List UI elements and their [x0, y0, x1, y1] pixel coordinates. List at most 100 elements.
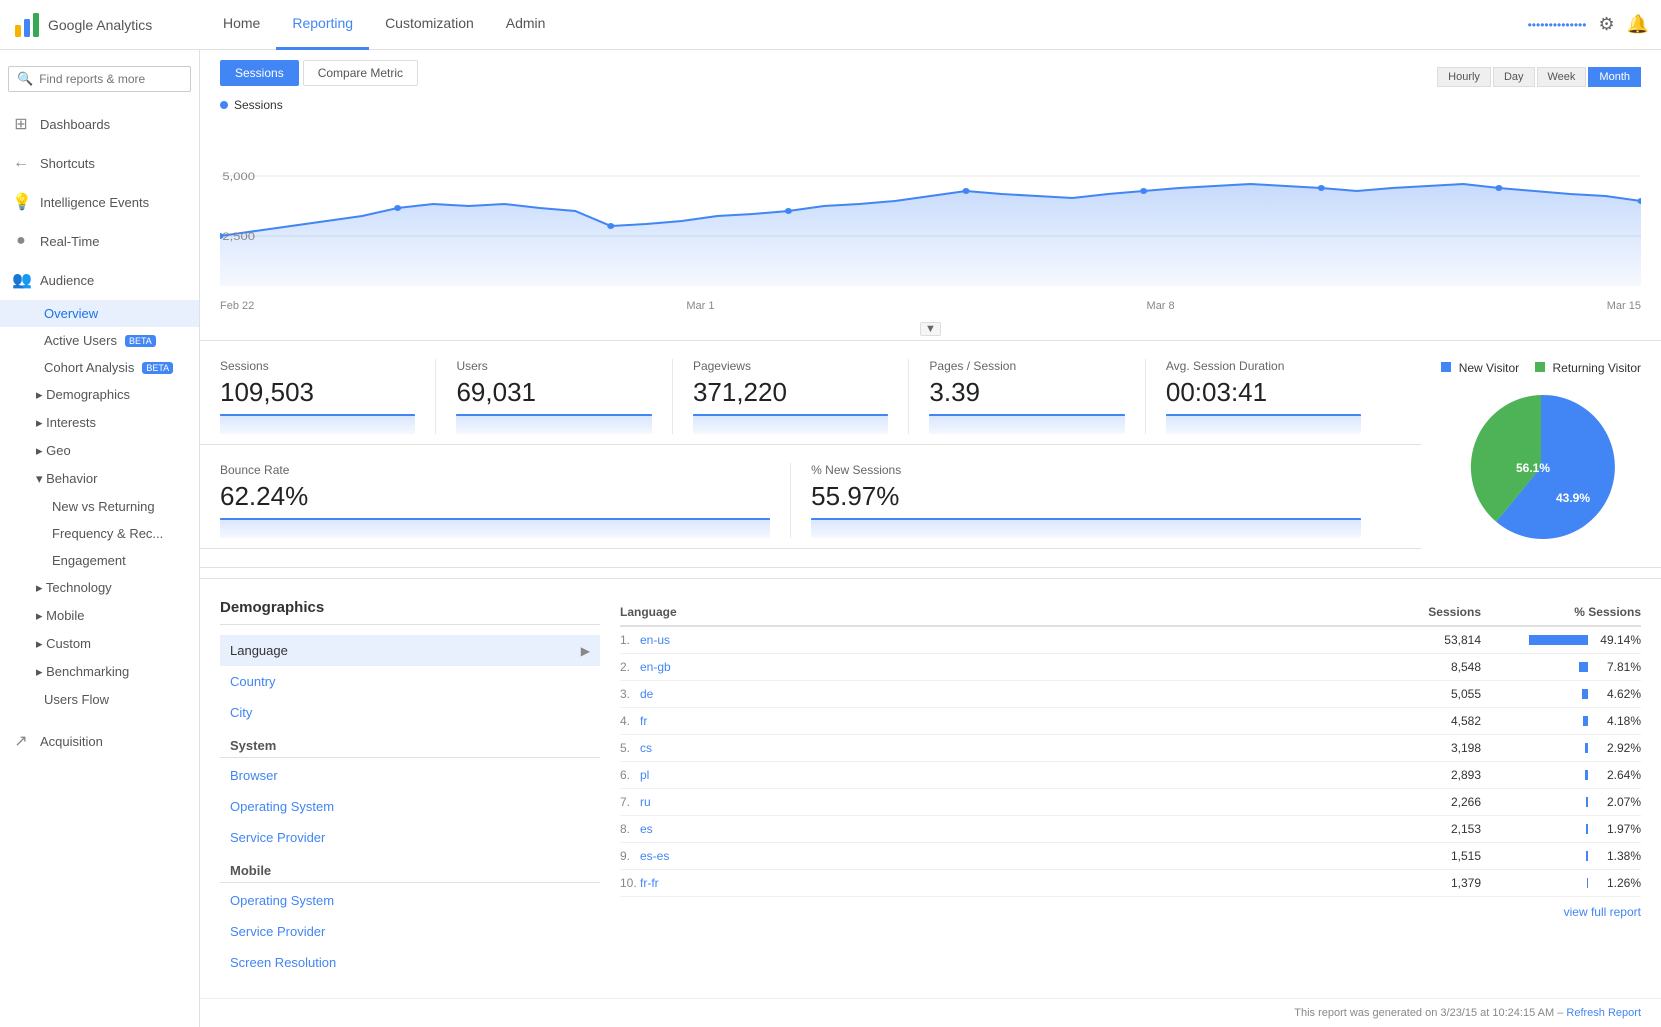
pct-text: 1.38%: [1596, 849, 1641, 863]
sidebar-sub-custom[interactable]: ▸ Custom: [0, 630, 199, 658]
month-btn[interactable]: Month: [1588, 67, 1641, 87]
row-sessions: 2,266: [1381, 795, 1481, 809]
metrics-pie-row: Sessions 109,503 Users 69,031 Pageviews …: [200, 341, 1661, 568]
collapse-chart-btn[interactable]: ▼: [920, 322, 941, 336]
search-box[interactable]: 🔍: [8, 66, 191, 92]
row-lang[interactable]: es-es: [640, 849, 1381, 863]
chart-dot: [1495, 185, 1502, 191]
row-lang[interactable]: en-us: [640, 633, 1381, 647]
returning-visitor-label: Returning Visitor: [1553, 361, 1642, 375]
chart-dot: [1318, 185, 1325, 191]
notifications-icon[interactable]: 🔔: [1627, 14, 1649, 35]
sidebar-sub-users-flow[interactable]: Users Flow: [0, 686, 199, 713]
pct-text: 7.81%: [1596, 660, 1641, 674]
row-lang[interactable]: en-gb: [640, 660, 1381, 674]
refresh-report-link[interactable]: Refresh Report: [1566, 1007, 1641, 1019]
sidebar-sub-frequency[interactable]: Frequency & Rec...: [0, 520, 199, 547]
demo-mobile-service-provider[interactable]: Service Provider: [220, 916, 600, 947]
new-visitor-dot: [1441, 362, 1451, 372]
row-pct-wrap: 4.18%: [1481, 714, 1641, 728]
sidebar-sub-overview[interactable]: Overview: [0, 300, 199, 327]
metric-sessions-label: Sessions: [220, 359, 415, 373]
sidebar-item-realtime[interactable]: ● Real-Time: [0, 222, 199, 260]
sidebar-sub-mobile[interactable]: ▸ Mobile: [0, 602, 199, 630]
row-sessions: 1,515: [1381, 849, 1481, 863]
sidebar-sub-technology[interactable]: ▸ Technology: [0, 574, 199, 602]
nav-admin[interactable]: Admin: [490, 0, 562, 50]
sidebar-sub-behavior[interactable]: ▾ Behavior: [0, 465, 199, 493]
sidebar-sub-benchmarking[interactable]: ▸ Benchmarking: [0, 658, 199, 686]
row-num: 7.: [620, 795, 640, 809]
row-lang[interactable]: fr-fr: [640, 876, 1381, 890]
demo-browser[interactable]: Browser: [220, 760, 600, 791]
sidebar-sub-demographics[interactable]: ▸ Demographics: [0, 381, 199, 409]
sidebar-item-audience[interactable]: 👥 Audience: [0, 260, 199, 300]
account-selector[interactable]: ••••••••••••••: [1528, 18, 1587, 32]
demo-operating-system[interactable]: Operating System: [220, 791, 600, 822]
realtime-label: Real-Time: [40, 234, 99, 249]
sidebar-sub-engagement[interactable]: Engagement: [0, 547, 199, 574]
sidebar-sub-active-users[interactable]: Active Users BETA: [0, 327, 199, 354]
demo-screen-resolution[interactable]: Screen Resolution: [220, 947, 600, 978]
metric-pages-session-label: Pages / Session: [929, 359, 1124, 373]
row-lang[interactable]: es: [640, 822, 1381, 836]
settings-icon[interactable]: ⚙: [1598, 14, 1614, 35]
header-language: Language: [620, 605, 1381, 619]
tab-compare[interactable]: Compare Metric: [303, 60, 418, 86]
sidebar-sub-interests[interactable]: ▸ Interests: [0, 409, 199, 437]
sidebar-sub-new-returning[interactable]: New vs Returning: [0, 493, 199, 520]
search-input[interactable]: [39, 72, 182, 86]
header-sessions: Sessions: [1381, 605, 1481, 619]
pie-section: New Visitor Returning Visitor 56.1% 43.9…: [1421, 341, 1661, 567]
tab-sessions[interactable]: Sessions: [220, 60, 299, 86]
row-sessions: 8,548: [1381, 660, 1481, 674]
demo-language[interactable]: Language ▶: [220, 635, 600, 666]
time-period-buttons: Hourly Day Week Month: [1437, 67, 1641, 87]
demo-mobile-os[interactable]: Operating System: [220, 885, 600, 916]
view-full-report[interactable]: view full report: [620, 897, 1641, 927]
demo-city[interactable]: City: [220, 697, 600, 728]
hourly-btn[interactable]: Hourly: [1437, 67, 1491, 87]
row-pct-wrap: 1.26%: [1481, 876, 1641, 890]
chart-dot: [962, 188, 969, 194]
sessions-dot: [220, 101, 228, 109]
chart-svg: 5,000 2,500: [220, 116, 1641, 296]
table-row: 7. ru 2,266 2.07%: [620, 789, 1641, 816]
pct-bar: [1586, 797, 1588, 807]
sidebar-sub-cohort[interactable]: Cohort Analysis BETA: [0, 354, 199, 381]
sidebar-item-dashboards[interactable]: ⊞ Dashboards: [0, 104, 199, 144]
metrics-row-2: Bounce Rate 62.24% % New Sessions 55.97%: [200, 445, 1421, 549]
nav-home[interactable]: Home: [207, 0, 276, 50]
day-btn[interactable]: Day: [1493, 67, 1535, 87]
sidebar-item-intelligence[interactable]: 💡 Intelligence Events: [0, 182, 199, 222]
metric-users-label: Users: [456, 359, 651, 373]
row-sessions: 4,582: [1381, 714, 1481, 728]
row-num: 5.: [620, 741, 640, 755]
system-header: System: [220, 728, 600, 758]
row-lang[interactable]: de: [640, 687, 1381, 701]
language-arrow: ▶: [581, 644, 590, 658]
audience-label: Audience: [40, 273, 94, 288]
row-sessions: 2,153: [1381, 822, 1481, 836]
x-label-mar1: Mar 1: [686, 300, 714, 312]
pct-text: 1.97%: [1596, 822, 1641, 836]
nav-reporting[interactable]: Reporting: [276, 0, 369, 50]
table-row: 1. en-us 53,814 49.14%: [620, 627, 1641, 654]
metric-new-sessions-label: % New Sessions: [811, 463, 1361, 477]
metric-users-sparkline: [456, 414, 651, 434]
week-btn[interactable]: Week: [1537, 67, 1587, 87]
realtime-icon: ●: [12, 232, 30, 250]
sidebar-item-shortcuts[interactable]: ← Shortcuts: [0, 144, 199, 182]
row-lang[interactable]: ru: [640, 795, 1381, 809]
demo-country[interactable]: Country: [220, 666, 600, 697]
row-lang[interactable]: fr: [640, 714, 1381, 728]
chart-x-labels: Feb 22 Mar 1 Mar 8 Mar 15: [220, 296, 1641, 320]
demo-service-provider[interactable]: Service Provider: [220, 822, 600, 853]
metric-pageviews-value: 371,220: [693, 377, 888, 408]
row-lang[interactable]: cs: [640, 741, 1381, 755]
sidebar-sub-geo[interactable]: ▸ Geo: [0, 437, 199, 465]
row-lang[interactable]: pl: [640, 768, 1381, 782]
sidebar-item-acquisition[interactable]: ↗ Acquisition: [0, 721, 199, 761]
nav-customization[interactable]: Customization: [369, 0, 490, 50]
cohort-badge: BETA: [142, 362, 173, 374]
